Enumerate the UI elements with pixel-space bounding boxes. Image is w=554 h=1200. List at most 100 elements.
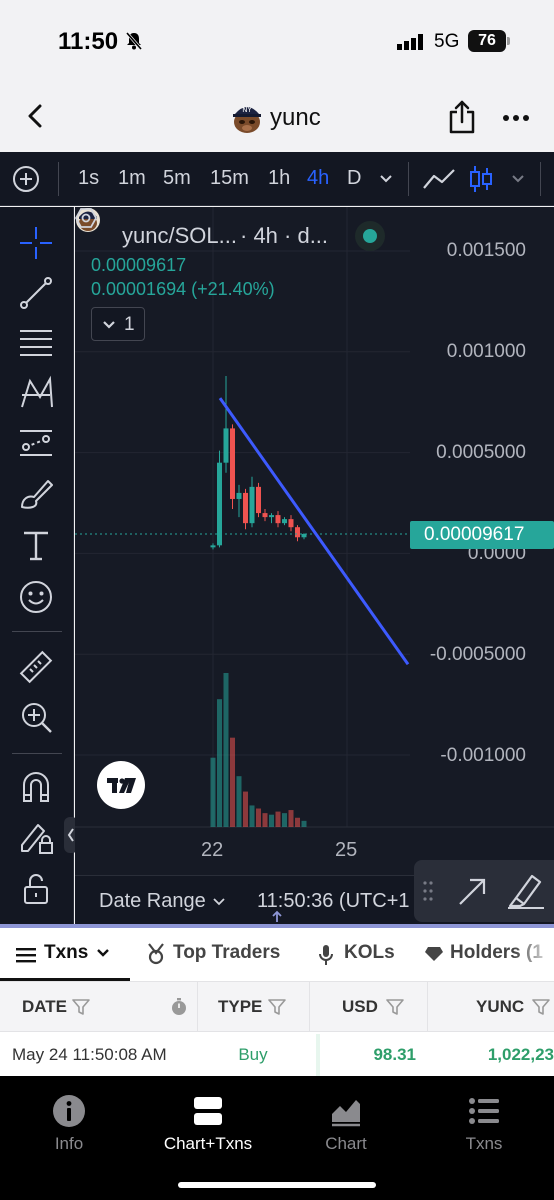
volume-bar	[230, 737, 235, 827]
crosshair-icon[interactable]	[18, 225, 54, 261]
volume-bar	[249, 805, 255, 827]
emoji-tool-icon[interactable]	[18, 579, 54, 615]
chart-type-dropdown-chevron-icon[interactable]	[511, 174, 525, 184]
trend-line-drawing	[218, 397, 410, 666]
candle-body	[223, 428, 229, 463]
nav-chart-txns[interactable]: Chart+Txns	[143, 1094, 273, 1154]
timeframe-1h[interactable]: 1h	[268, 167, 290, 190]
nav-chart[interactable]: Chart	[281, 1094, 411, 1154]
battery-tip	[507, 37, 510, 45]
signal-icon	[397, 34, 423, 50]
candle-body	[243, 492, 248, 524]
column-header-yunc[interactable]: YUNC	[428, 982, 554, 1032]
line-chart-type-icon[interactable]	[422, 166, 456, 192]
text-tool-icon[interactable]	[18, 527, 54, 563]
filter-icon[interactable]	[532, 998, 550, 1016]
table-row[interactable]: May 24 11:50:08 AM Buy 98.31 1,022,23	[0, 1032, 554, 1078]
back-chevron-icon[interactable]	[24, 104, 48, 128]
timeframe-1m[interactable]: 1m	[118, 167, 146, 190]
cell-usd: 98.31	[373, 1045, 416, 1064]
candles-chart-type-icon[interactable]	[468, 164, 494, 194]
column-label: USD	[342, 997, 378, 1016]
txns-table-header: DATE TYPE USD YUNC	[0, 982, 554, 1032]
fib-retracement-tool-icon[interactable]	[18, 325, 54, 361]
nav-info[interactable]: Info	[4, 1094, 134, 1154]
diamond-icon	[425, 947, 443, 961]
timeframe-1s[interactable]: 1s	[78, 167, 99, 190]
column-header-date[interactable]: DATE	[0, 982, 198, 1032]
indicators-toggle-button[interactable]: 1	[91, 307, 145, 341]
trend-line-tool-icon[interactable]	[18, 275, 54, 311]
drag-handle-icon[interactable]	[422, 880, 434, 902]
candle-body	[256, 486, 261, 514]
prediction-tool-icon[interactable]	[18, 425, 54, 461]
date-axis-label: 22	[201, 839, 224, 861]
highlighter-tool-icon[interactable]	[506, 872, 546, 910]
tools-divider	[12, 753, 62, 754]
legend-symbol[interactable]: yunc/SOL...	[122, 223, 237, 249]
column-header-usd[interactable]: USD	[310, 982, 428, 1032]
volume-bar	[295, 817, 300, 827]
tab-label: Txns	[44, 942, 89, 963]
volume-bar	[256, 808, 261, 827]
last-price-tag: 0.00009617	[410, 521, 554, 549]
stopwatch-icon[interactable]	[170, 998, 188, 1016]
filter-icon[interactable]	[268, 998, 286, 1016]
timeframe-15m[interactable]: 15m	[210, 167, 249, 190]
magnet-icon[interactable]	[18, 769, 54, 805]
tab-label: Top Traders	[173, 942, 281, 963]
arrow-tool-icon[interactable]	[456, 874, 490, 908]
tools-divider	[12, 631, 62, 632]
brush-tool-icon[interactable]	[18, 475, 54, 511]
medal-icon	[148, 943, 164, 965]
chevron-down-icon[interactable]	[213, 898, 225, 906]
toolbar-divider	[58, 162, 59, 196]
share-icon[interactable]	[448, 100, 476, 134]
column-header-type[interactable]: TYPE	[198, 982, 310, 1032]
nav-label: Chart	[325, 1134, 367, 1153]
list-icon	[469, 1098, 499, 1124]
bell-muted-icon	[125, 32, 143, 50]
status-time: 11:50	[58, 28, 119, 55]
list-menu-icon	[16, 948, 36, 963]
price-chart[interactable]: yunc/SOL... · 4h · d... 0.00009617 0.000…	[75, 207, 554, 875]
zoom-in-icon[interactable]	[18, 699, 54, 735]
volume-bar	[262, 813, 268, 827]
indicator-count: 1	[124, 314, 135, 335]
more-options-icon[interactable]	[502, 114, 530, 122]
filter-icon[interactable]	[72, 998, 90, 1016]
cell-date: May 24 11:50:08 AM	[12, 1045, 167, 1064]
timeframe-dropdown-chevron-icon[interactable]	[379, 174, 393, 184]
pattern-tool-icon[interactable]	[18, 375, 54, 411]
date-range-button[interactable]: Date Range	[99, 890, 206, 913]
legend-interval: · 4h · d...	[240, 223, 329, 248]
home-indicator	[178, 1182, 376, 1188]
candle-body	[295, 527, 300, 538]
chart-toolbar: 1s 1m 5m 15m 1h 4h D	[0, 152, 554, 206]
nav-txns[interactable]: Txns	[419, 1094, 549, 1154]
lock-drawings-icon[interactable]	[18, 819, 54, 855]
price-axis-label: 0.001500	[446, 240, 526, 261]
floating-drawing-bar	[414, 860, 554, 922]
timeframe-5m[interactable]: 5m	[163, 167, 191, 190]
timeframe-4h[interactable]: 4h	[307, 167, 329, 190]
filter-icon[interactable]	[386, 998, 404, 1016]
candle-body	[269, 515, 274, 518]
ruler-tool-icon[interactable]	[18, 649, 54, 685]
tradingview-logo[interactable]	[97, 761, 145, 809]
nav-label: Chart+Txns	[163, 1134, 253, 1153]
price-axis-label: 0.001000	[446, 341, 526, 362]
add-symbol-icon[interactable]	[12, 165, 40, 193]
price-axis-label: -0.001000	[440, 745, 526, 766]
unlock-icon[interactable]	[18, 871, 54, 907]
tab-label: KOLs	[344, 942, 395, 963]
volume-bar	[236, 776, 242, 827]
volume-bar	[269, 814, 274, 827]
candle-body	[275, 515, 281, 524]
candle-body	[288, 519, 294, 528]
volume-bar	[217, 699, 222, 827]
battery-icon: 76	[468, 30, 506, 52]
token-avatar: NY	[233, 106, 261, 133]
chart-settings-icon[interactable]	[75, 207, 97, 229]
timeframe-d[interactable]: D	[347, 167, 361, 190]
